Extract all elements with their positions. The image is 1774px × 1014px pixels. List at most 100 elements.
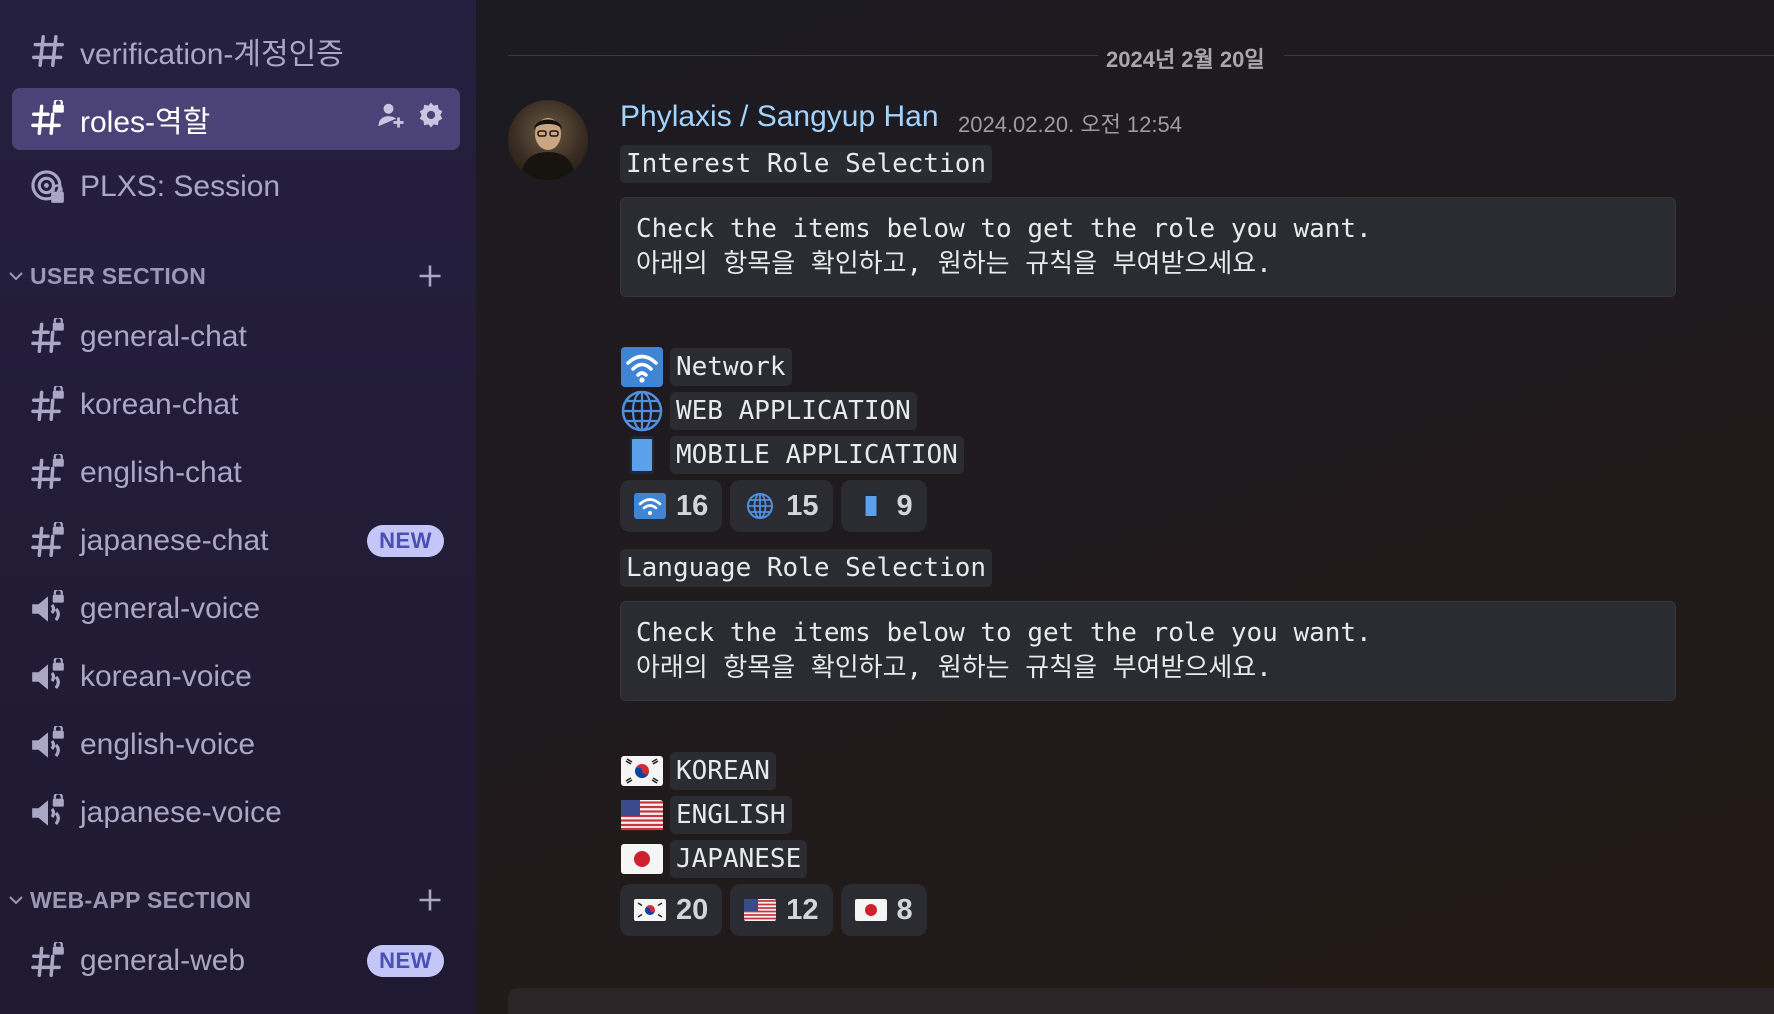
reaction-count: 12 xyxy=(786,893,819,926)
interest-option-mobile: MOBILE APPLICATION xyxy=(620,434,964,476)
hash-lock-icon xyxy=(26,519,70,563)
channel-english-chat[interactable]: english-chat xyxy=(12,442,460,504)
reaction-globe[interactable]: 15 xyxy=(730,480,833,532)
channel-label: japanese-voice xyxy=(80,796,282,829)
codeblock-line: 아래의 항목을 확인하고, 원하는 규칙을 부여받으세요. xyxy=(636,653,1272,683)
add-channel-icon[interactable] xyxy=(416,886,444,914)
channel-label: korean-chat xyxy=(80,388,239,421)
date-divider-line xyxy=(1284,55,1774,56)
channel-label: PLXS: Session xyxy=(80,170,281,203)
option-label: Network xyxy=(670,348,792,386)
channel-label: general-web xyxy=(80,944,246,977)
stage-icon xyxy=(26,165,70,209)
reaction-count: 20 xyxy=(676,893,709,926)
reaction-us[interactable]: 12 xyxy=(730,884,833,936)
gear-icon[interactable] xyxy=(416,100,446,138)
channel-label: korean-voice xyxy=(80,660,252,693)
hash-lock-icon xyxy=(26,939,70,983)
channel-general-web[interactable]: general-web NEW xyxy=(12,930,460,992)
channel-japanese-chat[interactable]: japanese-chat NEW xyxy=(12,510,460,572)
speaker-lock-icon xyxy=(26,723,70,767)
korea-flag-icon xyxy=(634,899,666,921)
channel-label: roles-역할 xyxy=(80,106,211,139)
reaction-count: 15 xyxy=(786,489,819,522)
mobile-phone-icon xyxy=(863,494,878,518)
option-label: JAPANESE xyxy=(670,840,808,878)
speaker-lock-icon xyxy=(26,791,70,835)
chevron-down-icon xyxy=(9,272,23,281)
mobile-phone-icon xyxy=(620,434,664,476)
hash-lock-icon xyxy=(26,315,70,359)
reaction-count: 9 xyxy=(896,489,913,522)
option-label: KOREAN xyxy=(670,752,776,790)
reaction-mobile[interactable]: 9 xyxy=(840,480,927,532)
wifi-icon xyxy=(634,493,666,519)
category-user-section[interactable]: USER SECTION xyxy=(6,258,456,294)
us-flag-icon xyxy=(620,794,664,836)
channel-japanese-voice[interactable]: japanese-voice xyxy=(12,782,460,844)
reaction-japan[interactable]: 8 xyxy=(840,884,927,936)
channel-label: general-voice xyxy=(80,592,261,625)
codeblock-line: Check the items below to get the role yo… xyxy=(636,214,1372,244)
channel-label: verification-계정인증 xyxy=(80,38,344,71)
chevron-down-icon xyxy=(9,896,23,905)
reaction-count: 16 xyxy=(676,489,709,522)
hash-lock-icon xyxy=(26,97,70,141)
date-divider: 2024년 2월 20일 xyxy=(1106,47,1265,72)
message-composer[interactable] xyxy=(508,988,1774,1014)
reaction-wifi[interactable]: 16 xyxy=(620,480,723,532)
language-codeblock: Check the items below to get the role yo… xyxy=(620,601,1676,701)
language-option-english: ENGLISH xyxy=(620,794,792,836)
interest-option-network: Network xyxy=(620,346,792,388)
message-timestamp: 2024.02.20. 오전 12:54 xyxy=(958,112,1182,137)
category-webapp-section[interactable]: WEB-APP SECTION xyxy=(6,882,456,918)
language-heading: Language Role Selection xyxy=(620,549,993,587)
language-option-japanese: JAPANESE xyxy=(620,838,808,880)
channel-sidebar: verification-계정인증 roles-역할 PLXS: Session… xyxy=(0,0,476,1014)
reaction-korea[interactable]: 20 xyxy=(620,884,723,936)
avatar[interactable] xyxy=(508,100,588,180)
japan-flag-icon xyxy=(620,838,664,880)
option-label: WEB APPLICATION xyxy=(670,392,917,430)
interest-option-web: WEB APPLICATION xyxy=(620,390,917,432)
add-channel-icon[interactable] xyxy=(416,262,444,290)
language-option-korean: KOREAN xyxy=(620,750,776,792)
channel-verification[interactable]: verification-계정인증 xyxy=(12,20,460,82)
interest-codeblock: Check the items below to get the role yo… xyxy=(620,197,1676,297)
wifi-icon xyxy=(620,346,664,388)
new-badge: NEW xyxy=(367,945,444,977)
channel-label: english-chat xyxy=(80,456,242,489)
channel-label: japanese-chat xyxy=(80,524,269,557)
language-reactions: 20 12 8 xyxy=(620,884,927,936)
speaker-lock-icon xyxy=(26,587,70,631)
message-area: 2024년 2월 20일 Phylaxis / Sangyup Han 2024… xyxy=(476,0,1774,1014)
category-label: WEB-APP SECTION xyxy=(30,886,252,913)
reaction-count: 8 xyxy=(896,893,913,926)
hash-lock-icon xyxy=(26,451,70,495)
category-label: USER SECTION xyxy=(30,262,207,289)
interest-reactions: 16 15 9 xyxy=(620,480,927,532)
channel-general-chat[interactable]: general-chat xyxy=(12,306,460,368)
channel-roles[interactable]: roles-역할 xyxy=(12,88,460,150)
channel-korean-voice[interactable]: korean-voice xyxy=(12,646,460,708)
channel-korean-chat[interactable]: korean-chat xyxy=(12,374,460,436)
channel-english-voice[interactable]: english-voice xyxy=(12,714,460,776)
channel-plxs-session[interactable]: PLXS: Session xyxy=(12,156,460,218)
hash-lock-icon xyxy=(26,383,70,427)
option-label: MOBILE APPLICATION xyxy=(670,436,964,474)
interest-heading: Interest Role Selection xyxy=(620,145,993,183)
invite-user-icon[interactable] xyxy=(376,100,406,138)
channel-label: english-voice xyxy=(80,728,256,761)
message-author[interactable]: Phylaxis / Sangyup Han xyxy=(620,100,939,134)
channel-general-voice[interactable]: general-voice xyxy=(12,578,460,640)
channel-label: general-chat xyxy=(80,320,247,353)
us-flag-icon xyxy=(744,899,777,921)
globe-icon xyxy=(747,493,774,519)
globe-icon xyxy=(620,390,664,432)
speaker-lock-icon xyxy=(26,655,70,699)
korea-flag-icon xyxy=(620,750,664,792)
codeblock-line: 아래의 항목을 확인하고, 원하는 규칙을 부여받으세요. xyxy=(636,249,1272,279)
new-badge: NEW xyxy=(367,525,444,557)
option-label: ENGLISH xyxy=(670,796,792,834)
hash-icon xyxy=(26,29,70,73)
